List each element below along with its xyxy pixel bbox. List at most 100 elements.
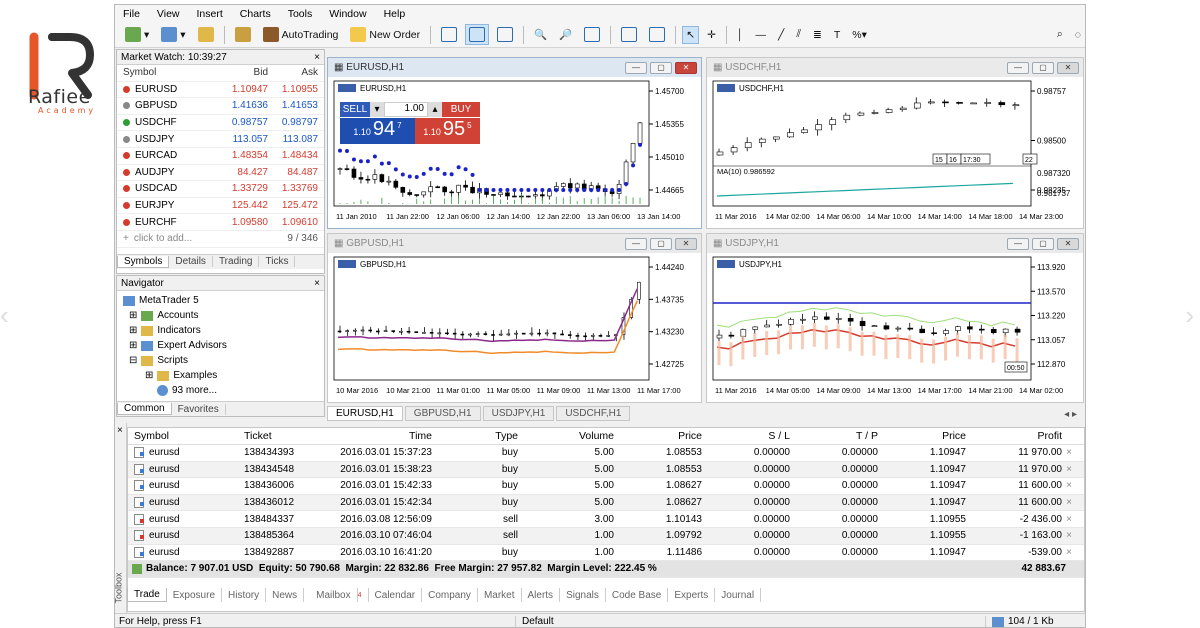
- market-watch-row[interactable]: EURUSD 1.10947 1.10955: [117, 82, 324, 99]
- terminal-tab-alerts[interactable]: Alerts: [522, 588, 561, 602]
- buy-button[interactable]: BUY: [442, 102, 480, 117]
- tab-favorites[interactable]: Favorites: [172, 403, 226, 415]
- terminal-tab-experts[interactable]: Experts: [668, 588, 716, 602]
- buy-price[interactable]: 1.10 95 5: [415, 118, 480, 144]
- minimize-icon[interactable]: —: [1007, 61, 1029, 74]
- trade-row[interactable]: eurusd 138484337 2016.03.08 12:56:09 sel…: [128, 511, 1084, 528]
- crosshair-icon[interactable]: ✛: [703, 26, 720, 44]
- trade-row[interactable]: eurusd 138492887 2016.03.10 16:41:20 buy…: [128, 545, 1084, 562]
- market-watch-row[interactable]: USDJPY 113.057 113.087: [117, 131, 324, 148]
- col-ask[interactable]: Ask: [268, 67, 318, 78]
- tab-usdchf[interactable]: USDCHF,H1: [556, 406, 631, 421]
- terminal-tab-market[interactable]: Market: [478, 588, 522, 602]
- market-watch-row[interactable]: AUDJPY 84.427 84.487: [117, 165, 324, 182]
- usdjpy-chart[interactable]: USDJPY,H1 113.920 113.570 113.220 113.057 112…: [707, 253, 1083, 402]
- menu-charts[interactable]: Charts: [240, 8, 271, 20]
- col-sl[interactable]: S / L: [702, 430, 790, 442]
- market-watch-row[interactable]: GBPUSD 1.41636 1.41653: [117, 98, 324, 115]
- minimize-icon[interactable]: —: [625, 237, 647, 250]
- nav-experts[interactable]: ⊞ Expert Advisors: [123, 338, 318, 353]
- trade-row[interactable]: eurusd 138436012 2016.03.01 15:42:34 buy…: [128, 494, 1084, 512]
- cursor-icon[interactable]: ↖: [682, 25, 700, 44]
- trade-row[interactable]: eurusd 138485364 2016.03.10 07:46:04 sel…: [128, 527, 1084, 545]
- line-chart-icon[interactable]: [493, 24, 517, 45]
- market-watch-row[interactable]: EURCAD 1.48354 1.48434: [117, 148, 324, 165]
- terminal-tab-company[interactable]: Company: [422, 588, 478, 602]
- zoom-in-icon[interactable]: 🔍: [530, 25, 551, 44]
- chat-icon[interactable]: ◌: [1071, 26, 1085, 44]
- close-icon[interactable]: ✕: [1057, 237, 1079, 250]
- chart-window-eurusd[interactable]: ▦ EURUSD,H1 — ▢ ✕ EURUSD,H1 1.45700 1.45355 1.…: [327, 57, 702, 229]
- fibonacci-icon[interactable]: ≣: [809, 26, 826, 44]
- menu-file[interactable]: File: [123, 8, 140, 20]
- chart-window-usdjpy[interactable]: ▦ USDJPY,H1 — ▢ ✕ USDJPY,H1 113.920 113.570 11…: [706, 233, 1084, 403]
- menu-tools[interactable]: Tools: [288, 8, 313, 20]
- add-symbol-row[interactable]: + click to add... 9 / 346: [117, 231, 324, 248]
- add-symbol-label[interactable]: click to add...: [134, 233, 192, 244]
- terminal-tab-news[interactable]: News: [266, 588, 305, 602]
- vertical-line-icon[interactable]: │: [733, 26, 748, 44]
- col-volume[interactable]: Volume: [518, 430, 614, 442]
- col-current-price[interactable]: Price: [878, 430, 966, 442]
- chart-shift-icon[interactable]: [645, 24, 669, 45]
- col-type[interactable]: Type: [432, 430, 518, 442]
- nav-more[interactable]: 93 more...: [123, 383, 318, 398]
- usdchf-chart[interactable]: USDCHF,H1 0.987570.985000.9823511 Mar 201…: [707, 77, 1083, 228]
- tab-common[interactable]: Common: [117, 403, 172, 415]
- terminal-tab-code-base[interactable]: Code Base: [606, 588, 669, 602]
- shapes-icon[interactable]: %▾: [848, 26, 871, 44]
- close-icon[interactable]: ×: [314, 52, 320, 63]
- tabs-scroll-icon[interactable]: ◂ ▸: [1056, 408, 1085, 421]
- terminal-tab-mailbox[interactable]: Mailbox 4: [304, 588, 369, 602]
- tab-details[interactable]: Details: [169, 256, 213, 268]
- close-position-icon[interactable]: ×: [1062, 547, 1076, 558]
- col-price[interactable]: Price: [614, 430, 702, 442]
- terminal-tab-trade[interactable]: Trade: [127, 588, 167, 602]
- nav-indicators[interactable]: ⊞ Indicators: [123, 323, 318, 338]
- col-symbol[interactable]: Symbol: [128, 430, 238, 442]
- col-profit[interactable]: Profit: [966, 430, 1062, 442]
- tab-usdjpy[interactable]: USDJPY,H1: [482, 406, 555, 421]
- tab-eurusd[interactable]: EURUSD,H1: [327, 406, 403, 421]
- menu-window[interactable]: Window: [329, 8, 366, 20]
- zoom-out-icon[interactable]: 🔎: [555, 25, 576, 44]
- minimize-icon[interactable]: —: [625, 61, 647, 74]
- new-order-button[interactable]: New Order: [346, 24, 424, 45]
- terminal-tab-calendar[interactable]: Calendar: [369, 588, 423, 602]
- profiles-icon[interactable]: ▾: [157, 24, 189, 45]
- col-symbol[interactable]: Symbol: [117, 67, 222, 78]
- volume-down-icon[interactable]: ▾: [370, 102, 384, 117]
- volume-up-icon[interactable]: ▴: [428, 102, 442, 117]
- tab-ticks[interactable]: Ticks: [259, 256, 296, 268]
- tab-gbpusd[interactable]: GBPUSD,H1: [404, 406, 481, 421]
- close-icon[interactable]: ✕: [1057, 61, 1079, 74]
- maximize-icon[interactable]: ▢: [1032, 237, 1054, 250]
- next-arrow-icon[interactable]: ›: [1185, 300, 1194, 331]
- sell-button[interactable]: SELL: [340, 102, 370, 117]
- tab-trading[interactable]: Trading: [213, 256, 260, 268]
- close-icon[interactable]: ×: [314, 278, 320, 289]
- terminal-tab-exposure[interactable]: Exposure: [167, 588, 223, 602]
- close-position-icon[interactable]: ×: [1062, 447, 1076, 458]
- col-tp[interactable]: T / P: [790, 430, 878, 442]
- eurusd-chart[interactable]: EURUSD,H1 1.45700 1.45355 1.45010 1.44665 11 …: [328, 77, 701, 228]
- trade-row[interactable]: eurusd 138434548 2016.03.01 15:38:23 buy…: [128, 461, 1084, 479]
- nav-scripts[interactable]: ⊟ Scripts: [123, 353, 318, 368]
- market-watch-row[interactable]: EURJPY 125.442 125.472: [117, 198, 324, 215]
- text-icon[interactable]: T: [830, 26, 844, 44]
- nav-examples[interactable]: ⊞ Examples: [123, 368, 318, 383]
- market-watch-row[interactable]: USDCAD 1.33729 1.33769: [117, 181, 324, 198]
- bar-chart-icon[interactable]: [437, 24, 461, 45]
- trade-row[interactable]: eurusd 138436006 2016.03.01 15:42:33 buy…: [128, 478, 1084, 495]
- close-icon[interactable]: ✕: [675, 61, 697, 74]
- volume-input[interactable]: 1.00: [384, 102, 428, 117]
- tab-symbols[interactable]: Symbols: [117, 255, 170, 268]
- market-watch-row[interactable]: EURCHF 1.09580 1.09610: [117, 214, 324, 231]
- minimize-icon[interactable]: —: [1007, 237, 1029, 250]
- market-watch-row[interactable]: USDCHF 0.98757 0.98797: [117, 115, 324, 132]
- templates-icon[interactable]: [194, 24, 218, 45]
- search-icon[interactable]: ⌕: [1053, 25, 1067, 44]
- terminal-tab-history[interactable]: History: [222, 588, 267, 602]
- col-bid[interactable]: Bid: [222, 67, 268, 78]
- terminal-tab-journal[interactable]: Journal: [715, 588, 762, 602]
